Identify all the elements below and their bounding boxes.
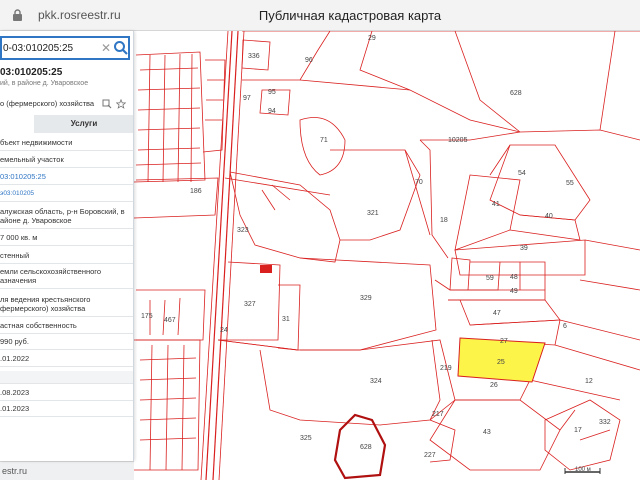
detail-use-line-2: фермерского) хозяйства (0, 304, 86, 313)
detail-status: стенный (0, 251, 30, 260)
parcel-label: 70 (415, 179, 423, 186)
parcel-label: 17 (574, 427, 582, 434)
detail-quarter-link[interactable]: э03:010205 (0, 189, 133, 198)
detail-date-1: .01.2022 (0, 354, 30, 363)
parcel-label: 27 (500, 338, 508, 345)
parcel-label: 26 (490, 382, 498, 389)
detail-category-line-1: емли сельскохозяйственного (0, 267, 102, 276)
parcel-label: 323 (237, 227, 249, 234)
parcel-label: 227 (424, 452, 436, 459)
parcel-label: 43 (483, 429, 491, 436)
object-purpose: о (фермерского) хозяйства (0, 99, 95, 108)
divider (0, 333, 133, 334)
building-marker (260, 265, 272, 273)
quarter-label: 10205 (448, 137, 468, 144)
parcel-label: 324 (370, 378, 382, 385)
divider (0, 245, 133, 246)
parcel-label: 31 (282, 316, 290, 323)
parcel-label: 71 (320, 137, 328, 144)
detail-category-line-2: азначения (0, 276, 37, 285)
parcel-label: 97 (243, 95, 251, 102)
parcel-label: 94 (268, 108, 276, 115)
parcel-label: 467 (164, 317, 176, 324)
detail-cost: 990 руб. (0, 337, 29, 346)
divider (0, 383, 133, 384)
parcel-label: 321 (367, 210, 379, 217)
parcel-label: 95 (268, 89, 276, 96)
tab-info[interactable] (0, 115, 34, 133)
parcel-label: 55 (566, 180, 574, 187)
parcel-label: 628 (510, 90, 522, 97)
divider (0, 263, 133, 264)
parcel-label: 41 (492, 201, 500, 208)
detail-address-line-1: алужская область, р-н Боровский, в (0, 207, 125, 216)
object-cad-number: 03:010205:25 (0, 67, 63, 78)
detail-ownership: астная собственность (0, 321, 77, 330)
clear-icon[interactable]: ✕ (100, 40, 112, 56)
tab-services[interactable]: Услуги (34, 115, 133, 133)
parcel-label: 332 (599, 419, 611, 426)
parcel-label: 329 (360, 295, 372, 302)
parcel-label: 6 (563, 323, 567, 330)
parcel-label: 54 (518, 170, 526, 177)
divider (0, 288, 133, 289)
parcel-label: 325 (300, 435, 312, 442)
parcel-label: 175 (141, 313, 153, 320)
parcel-label: 29 (368, 35, 376, 42)
detail-empty-row (0, 371, 133, 383)
zoom-to-icon[interactable] (102, 99, 112, 109)
divider (0, 366, 133, 367)
parcel-label: 219 (440, 365, 452, 372)
parcel-label: 186 (190, 188, 202, 195)
divider (0, 400, 133, 401)
divider (0, 316, 133, 317)
parcel-label: 47 (493, 310, 501, 317)
divider (0, 349, 133, 350)
scale-label: 100 м (575, 467, 591, 473)
bottom-url-strip: estr.ru (0, 461, 134, 480)
info-panel: ✕ 03:010205:25 ий, в районе д. Уваровско… (0, 31, 134, 461)
object-address: ий, в районе д. Уваровское (0, 80, 89, 87)
parcel-label: 40 (545, 213, 553, 220)
detail-cad-number-link[interactable]: 03:010205:25 (0, 172, 133, 181)
browser-top-bar: pkk.rosreestr.ru Публичная кадастровая к… (0, 0, 640, 31)
divider (0, 150, 133, 151)
divider (0, 228, 133, 229)
detail-type: бъект недвижимости (0, 138, 73, 147)
divider (0, 416, 133, 417)
bottom-url[interactable]: estr.ru (2, 466, 27, 476)
divider (0, 167, 133, 168)
parcel-label: 96 (305, 57, 313, 64)
detail-area: 7 000 кв. м (0, 233, 38, 242)
parcel-label: 336 (248, 53, 260, 60)
parcel-label: 18 (440, 217, 448, 224)
search-box: ✕ (0, 36, 130, 60)
parcel-label: 24 (220, 327, 228, 334)
detail-address-line-2: айоне д. Уваровское (0, 216, 72, 225)
detail-date-3: .01.2023 (0, 404, 30, 413)
panel-tabs: Услуги (0, 115, 133, 133)
parcel-label: 217 (432, 411, 444, 418)
favorite-star-icon[interactable] (116, 99, 126, 109)
detail-date-2: .08.2023 (0, 388, 30, 397)
parcel-label: 628 (360, 444, 372, 451)
detail-use-line-1: ля ведения крестьянского (0, 295, 91, 304)
parcel-label: 327 (244, 301, 256, 308)
search-input[interactable] (2, 38, 98, 58)
parcel-label: 59 (486, 275, 494, 282)
detail-kind: емельный участок (0, 155, 64, 164)
parcel-label: 48 (510, 274, 518, 281)
divider (0, 184, 133, 185)
parcel-label: 12 (585, 378, 593, 385)
parcel-label: 49 (510, 288, 518, 295)
page-title: Публичная кадастровая карта (258, 8, 442, 23)
search-icon[interactable] (112, 39, 130, 57)
parcel-label: 25 (497, 359, 505, 366)
parcel-label: 39 (520, 245, 528, 252)
divider (0, 201, 133, 202)
